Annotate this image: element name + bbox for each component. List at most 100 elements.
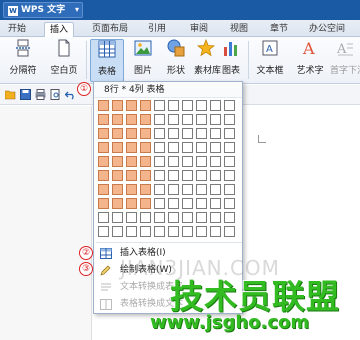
table-grid-cell[interactable] [140, 170, 151, 181]
table-grid-cell[interactable] [112, 142, 123, 153]
tab-home[interactable]: 开始 [4, 22, 30, 37]
table-grid-cell[interactable] [210, 184, 221, 195]
table-grid-cell[interactable] [126, 212, 137, 223]
table-grid-cell[interactable] [140, 226, 151, 237]
table-grid-cell[interactable] [168, 100, 179, 111]
table-grid-cell[interactable] [140, 142, 151, 153]
table-grid-cell[interactable] [224, 156, 235, 167]
material-library-button[interactable]: 素材库 [194, 39, 221, 82]
table-grid-cell[interactable] [140, 156, 151, 167]
table-grid-cell[interactable] [210, 226, 221, 237]
table-grid-cell[interactable] [126, 156, 137, 167]
table-grid-cell[interactable] [210, 128, 221, 139]
table-grid-cell[interactable] [98, 128, 109, 139]
tab-page-layout[interactable]: 页面布局 [88, 22, 132, 37]
table-grid-cell[interactable] [182, 212, 193, 223]
table-grid-cell[interactable] [154, 226, 165, 237]
table-grid-cell[interactable] [126, 142, 137, 153]
open-folder-icon[interactable] [5, 89, 16, 100]
table-grid-cell[interactable] [196, 198, 207, 209]
table-grid-cell[interactable] [196, 170, 207, 181]
table-grid-cell[interactable] [98, 100, 109, 111]
app-menu-button[interactable]: W WPS 文字 ▾ [3, 2, 83, 18]
drop-cap-button[interactable]: A 首字下沉 [330, 39, 360, 82]
table-grid-cell[interactable] [154, 114, 165, 125]
table-grid-cell[interactable] [112, 184, 123, 195]
table-grid-cell[interactable] [98, 170, 109, 181]
table-grid-cell[interactable] [196, 100, 207, 111]
table-grid-cell[interactable] [224, 198, 235, 209]
table-grid-cell[interactable] [126, 226, 137, 237]
table-grid-cell[interactable] [98, 212, 109, 223]
table-grid-cell[interactable] [154, 184, 165, 195]
table-grid-cell[interactable] [224, 212, 235, 223]
table-grid-cell[interactable] [126, 198, 137, 209]
table-grid-cell[interactable] [210, 198, 221, 209]
picture-button[interactable]: 图片 [128, 39, 158, 82]
table-grid-cell[interactable] [112, 128, 123, 139]
table-grid-cell[interactable] [168, 198, 179, 209]
table-grid-cell[interactable] [112, 170, 123, 181]
table-grid-cell[interactable] [140, 128, 151, 139]
table-grid-cell[interactable] [182, 114, 193, 125]
table-grid-cell[interactable] [210, 170, 221, 181]
table-grid-cell[interactable] [168, 184, 179, 195]
table-grid-cell[interactable] [210, 100, 221, 111]
tab-chapter[interactable]: 章节 [266, 22, 292, 37]
table-grid-cell[interactable] [140, 198, 151, 209]
print-icon[interactable] [35, 89, 46, 100]
table-grid-cell[interactable] [168, 142, 179, 153]
table-grid-cell[interactable] [112, 100, 123, 111]
table-grid-cell[interactable] [98, 184, 109, 195]
undo-icon[interactable] [65, 89, 76, 100]
table-grid-cell[interactable] [140, 212, 151, 223]
table-grid-cell[interactable] [182, 170, 193, 181]
table-grid-cell[interactable] [140, 184, 151, 195]
table-grid-cell[interactable] [112, 198, 123, 209]
table-grid-cell[interactable] [154, 212, 165, 223]
table-grid-cell[interactable] [98, 226, 109, 237]
table-grid-cell[interactable] [224, 226, 235, 237]
table-grid-cell[interactable] [224, 184, 235, 195]
table-grid-cell[interactable] [168, 128, 179, 139]
tab-office-space[interactable]: 办公空间 [304, 22, 350, 37]
table-grid-cell[interactable] [182, 100, 193, 111]
table-grid-cell[interactable] [98, 114, 109, 125]
table-grid-cell[interactable] [126, 170, 137, 181]
save-icon[interactable] [20, 89, 31, 100]
table-grid-cell[interactable] [182, 156, 193, 167]
table-grid-cell[interactable] [196, 212, 207, 223]
table-grid-cell[interactable] [126, 184, 137, 195]
shape-button[interactable]: 形状 [160, 39, 192, 82]
table-grid-cell[interactable] [154, 170, 165, 181]
print-preview-icon[interactable] [50, 89, 61, 100]
table-grid-cell[interactable] [98, 198, 109, 209]
table-grid-cell[interactable] [126, 128, 137, 139]
table-grid-cell[interactable] [210, 156, 221, 167]
tab-insert[interactable]: 插入 [44, 22, 74, 37]
table-grid-cell[interactable] [126, 100, 137, 111]
table-grid-cell[interactable] [224, 128, 235, 139]
textbox-button[interactable]: A 文本框 [251, 39, 289, 82]
table-grid-cell[interactable] [168, 226, 179, 237]
table-grid-cell[interactable] [154, 128, 165, 139]
table-grid-cell[interactable] [98, 142, 109, 153]
table-grid-cell[interactable] [112, 114, 123, 125]
table-grid-cell[interactable] [224, 170, 235, 181]
table-grid-cell[interactable] [196, 114, 207, 125]
table-grid-cell[interactable] [182, 226, 193, 237]
table-grid-cell[interactable] [154, 100, 165, 111]
table-grid-cell[interactable] [154, 142, 165, 153]
table-grid-cell[interactable] [154, 198, 165, 209]
table-grid-cell[interactable] [126, 114, 137, 125]
table-grid-cell[interactable] [196, 142, 207, 153]
table-grid-cell[interactable] [98, 156, 109, 167]
table-grid-cell[interactable] [196, 226, 207, 237]
table-button[interactable]: 表格 [90, 39, 124, 82]
table-grid-cell[interactable] [154, 156, 165, 167]
table-grid-cell[interactable] [168, 114, 179, 125]
table-grid-cell[interactable] [182, 184, 193, 195]
table-grid-cell[interactable] [210, 114, 221, 125]
table-grid-cell[interactable] [224, 142, 235, 153]
table-grid-cell[interactable] [210, 142, 221, 153]
